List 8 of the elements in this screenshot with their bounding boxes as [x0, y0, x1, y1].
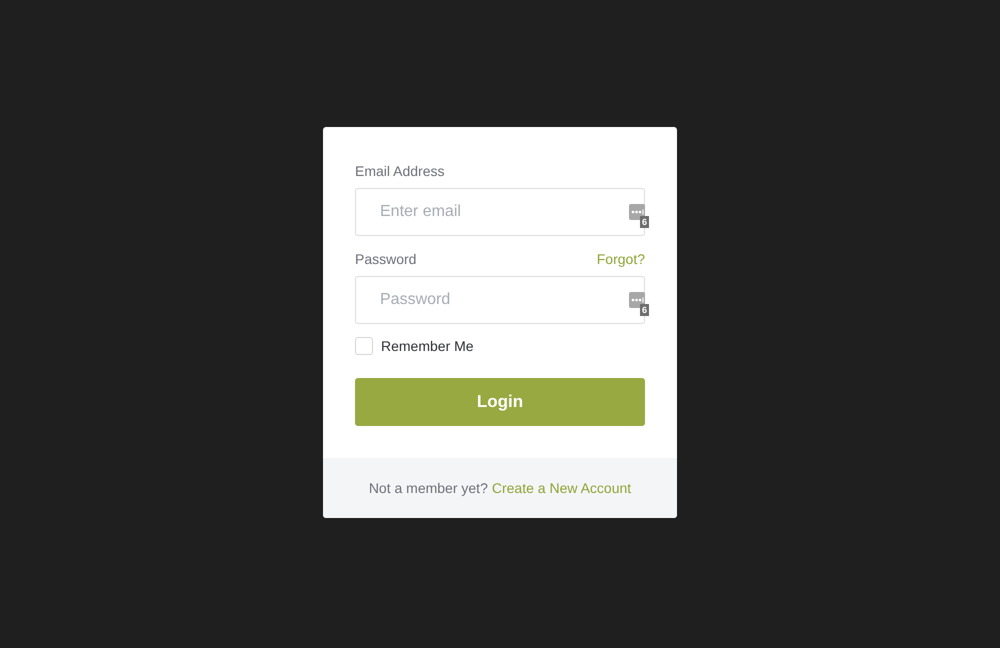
- field-label: Email Address: [355, 163, 444, 179]
- create-account-link[interactable]: Create a New Account: [492, 480, 632, 496]
- footer-text: Not a member yet?: [368, 480, 488, 496]
- remember-checkbox[interactable]: [355, 337, 373, 355]
- forgot-link[interactable]: Forgot?: [596, 251, 645, 267]
- login-button[interactable]: Login: [355, 378, 645, 426]
- field-label: Password: [355, 251, 416, 267]
- checkbox-label: Remember Me: [381, 338, 474, 354]
